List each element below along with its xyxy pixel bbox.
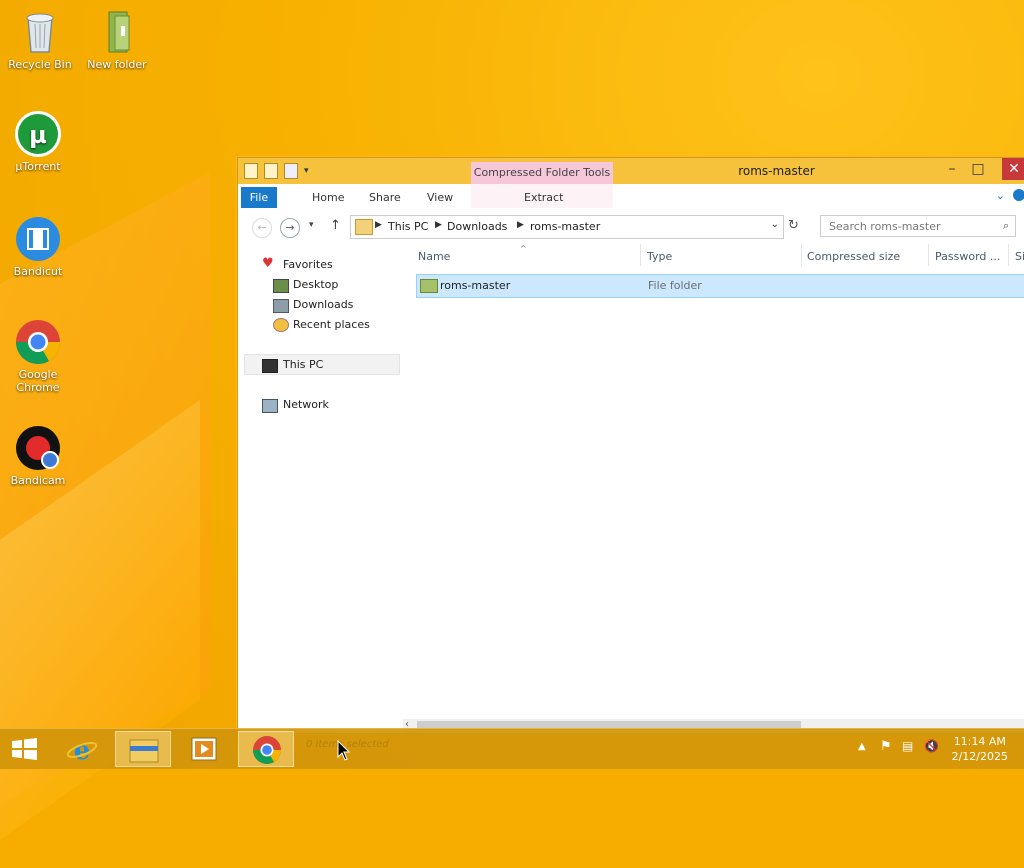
maximize-button[interactable]: □ [965,158,991,180]
file-explorer-icon [129,739,159,763]
breadcrumb-downloads[interactable]: Downloads [447,220,507,233]
recent-locations-icon[interactable]: ▾ [309,220,314,230]
start-button[interactable] [0,731,56,767]
navigation-bar: ← → ▾ ↑ ▶ This PC ▶ Downloads ▶ roms-mas… [238,208,1024,244]
refresh-icon[interactable]: ↻ [788,218,799,233]
taskbar-internet-explorer[interactable]: e [56,731,112,767]
nav-network[interactable]: Network [283,398,329,411]
media-player-icon [191,737,217,761]
nav-desktop[interactable]: Desktop [293,278,338,291]
folder-icon [420,279,438,293]
nav-downloads[interactable]: Downloads [293,298,353,311]
title-bar[interactable]: ▾ Compressed Folder Tools roms-master – … [238,158,1024,184]
desktop-icon-label: Bandicam [10,474,66,487]
desktop-icon-label: Google Chrome [16,368,60,394]
column-header-password[interactable]: Password ... [935,250,1000,263]
address-bar[interactable]: ▶ This PC ▶ Downloads ▶ roms-master ⌄ [350,215,784,239]
desktop-icon-label: Recycle Bin [8,58,72,71]
svg-text:e: e [74,736,91,766]
folder-icon [93,8,141,56]
network-tray-icon[interactable]: ▤ [902,739,913,753]
computer-icon [262,359,278,373]
system-tray: ▲ ⚑ ▤ 🔇 11:14 AM 2/12/2025 [834,729,1024,769]
favorites-star-icon: ♥ [262,256,274,271]
svg-text:µ: µ [29,121,47,149]
tab-file[interactable]: File [241,187,277,208]
address-folder-icon [355,219,373,235]
mouse-cursor-icon [337,740,351,761]
bandicut-icon [14,215,62,263]
minimize-button[interactable]: – [939,158,965,180]
close-button[interactable]: ✕ [1002,158,1024,180]
clock-time: 11:14 AM [953,735,1006,748]
taskbar-media-player[interactable] [176,731,232,767]
nav-favorites[interactable]: Favorites [283,258,333,271]
recent-places-icon [273,318,289,332]
ribbon-tabs: File Home Share View Extract ⌄ [238,184,1024,209]
desktop-icon-new-folder[interactable]: New folder [79,8,155,71]
taskbar: e 0 items selected ▲ ⚑ ▤ 🔇 11:14 AM 2/12… [0,728,1024,769]
desktop-icon-bandicam[interactable]: Bandicam [0,424,76,487]
nav-this-pc[interactable]: This PC [283,358,323,371]
desktop-icon [273,279,289,293]
tab-extract[interactable]: Extract [514,187,573,208]
table-row[interactable]: roms-master File folder [416,274,1024,298]
taskbar-google-chrome[interactable] [238,731,294,767]
clock[interactable]: 11:14 AM 2/12/2025 [952,734,1008,764]
desktop-icon-label: New folder [87,58,147,71]
window-title: roms-master [738,164,815,178]
breadcrumb-separator-icon[interactable]: ▶ [435,220,442,230]
ribbon-expand-icon[interactable]: ⌄ [996,189,1005,202]
forward-button[interactable]: → [280,218,300,238]
breadcrumb-separator-icon[interactable]: ▶ [517,220,524,230]
downloads-icon [273,299,289,313]
file-list: ^ Name Type Compressed size Password ...… [414,244,1024,719]
action-center-flag-icon[interactable]: ⚑ [880,739,892,754]
desktop-icon-label: Bandicut [13,265,63,278]
breadcrumb-separator-icon[interactable]: ▶ [375,220,382,230]
recycle-bin-icon [16,8,64,56]
chrome-icon [14,318,62,366]
desktop-icon-utorrent[interactable]: µ µTorrent [0,110,76,173]
row-name: roms-master [440,279,511,292]
bandicam-icon [14,424,62,472]
search-input[interactable]: Search roms-master [820,215,1016,237]
desktop-icon-bandicut[interactable]: Bandicut [0,215,76,278]
sort-ascending-icon: ^ [520,244,527,253]
taskbar-file-explorer[interactable] [115,731,171,767]
explorer-window[interactable]: ▾ Compressed Folder Tools roms-master – … [237,157,1024,734]
show-hidden-icons-icon[interactable]: ▲ [858,741,866,752]
nav-recent-places[interactable]: Recent places [293,318,370,331]
column-header-name[interactable]: Name [418,250,450,263]
breadcrumb-roms-master[interactable]: roms-master [530,220,600,233]
column-header-size[interactable]: Si [1015,250,1024,263]
desktop-icon-recycle-bin[interactable]: Recycle Bin [2,8,78,71]
internet-explorer-icon: e [66,736,98,766]
column-header-type[interactable]: Type [647,250,672,263]
tab-view[interactable]: View [417,187,463,208]
chrome-icon [253,736,281,764]
desktop-icon-label: µTorrent [15,160,61,173]
search-icon[interactable]: ⌕ [1003,219,1009,233]
windows-logo-icon [12,738,37,760]
help-icon[interactable] [1013,189,1024,201]
tab-home[interactable]: Home [302,187,354,208]
row-type: File folder [648,279,702,292]
column-header-compressed-size[interactable]: Compressed size [807,250,900,263]
clock-date: 2/12/2025 [951,750,1008,763]
tab-share[interactable]: Share [359,187,411,208]
breadcrumb-this-pc[interactable]: This PC [388,220,428,233]
utorrent-icon: µ [14,110,62,158]
desktop-icon-google-chrome[interactable]: Google Chrome [0,318,76,394]
up-button[interactable]: ↑ [330,218,341,233]
back-button[interactable]: ← [252,218,272,238]
network-icon [262,399,278,413]
volume-muted-icon[interactable]: 🔇 [924,739,939,753]
navigation-pane: ♥ Favorites Desktop Downloads Recent pla… [238,244,406,719]
address-dropdown-icon[interactable]: ⌄ [771,219,779,230]
